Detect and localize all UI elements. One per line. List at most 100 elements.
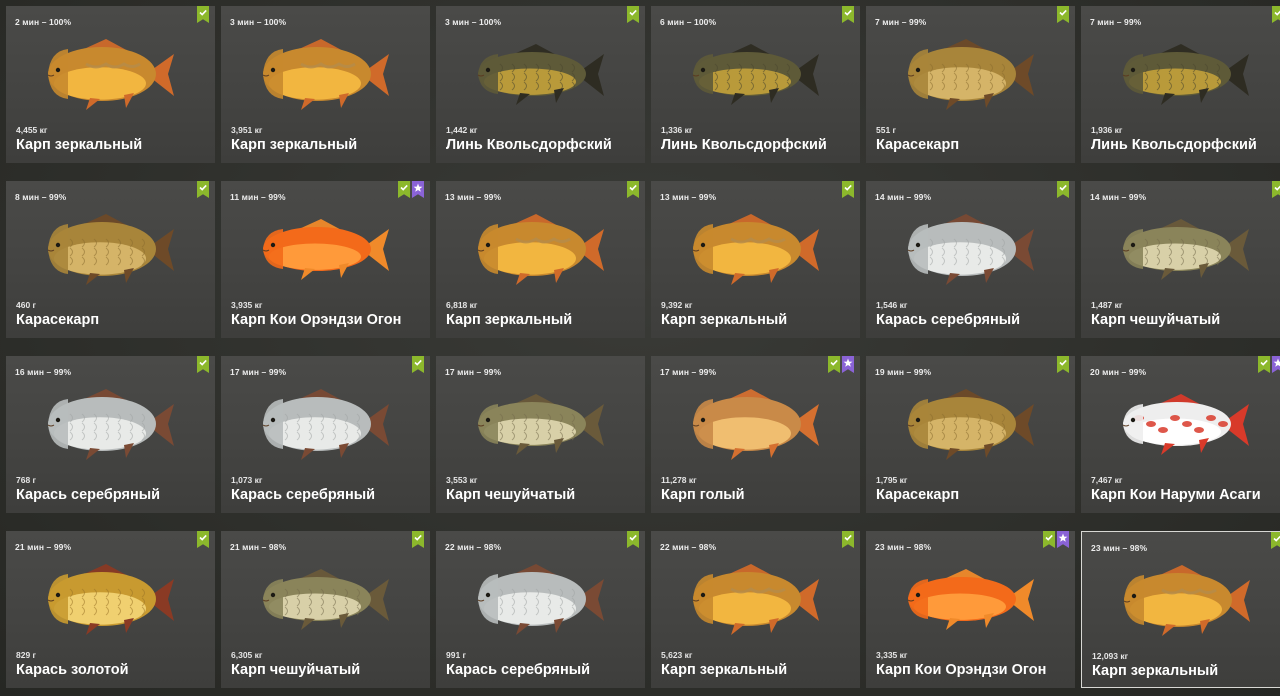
fish-image	[262, 219, 389, 280]
catch-card[interactable]: 22 мин – 98% 991 г Карась серебряный	[436, 531, 645, 688]
badge-group	[842, 181, 854, 198]
catch-card[interactable]: 3 мин – 100% 1,442 кг Линь Квольсдорфски…	[436, 6, 645, 163]
fish-weight: 3,553 кг	[446, 475, 478, 485]
check-badge-icon	[1271, 532, 1280, 549]
catch-time: 7 мин – 99%	[875, 17, 927, 27]
catch-card[interactable]: 2 мин – 100% 4,455 кг Карп зеркальный	[6, 6, 215, 163]
catch-time: 23 мин – 98%	[1091, 543, 1148, 553]
fish-name: Карась золотой	[16, 662, 129, 678]
check-badge-icon	[1272, 181, 1280, 198]
fish-image	[907, 389, 1034, 460]
catch-card[interactable]: 7 мин – 99% 1,936 кг Линь Квольсдорфский	[1081, 6, 1280, 163]
catch-card[interactable]: 17 мин – 99% 3,553 кг Карп чешуйчатый	[436, 356, 645, 513]
catch-card[interactable]: 14 мин – 99% 1,487 кг Карп чешуйчатый	[1081, 181, 1280, 338]
badge-group	[1057, 356, 1069, 373]
catch-card[interactable]: 17 мин – 99% 11,278 кг Карп голый	[651, 356, 860, 513]
fish-weight: 460 г	[16, 300, 37, 310]
catch-card[interactable]: 17 мин – 99% 1,073 кг Карась серебряный	[221, 356, 430, 513]
check-badge-icon	[842, 6, 854, 23]
fish-image	[907, 39, 1034, 110]
catch-time: 11 мин – 99%	[230, 192, 286, 202]
check-badge-icon	[627, 181, 639, 198]
fish-image	[477, 394, 604, 455]
fish-name: Карп Кои Орэндзи Огон	[231, 312, 402, 328]
catch-time: 17 мин – 99%	[660, 367, 717, 377]
catch-card[interactable]: 13 мин – 99% 6,818 кг Карп зеркальный	[436, 181, 645, 338]
fish-image	[47, 39, 174, 110]
badge-group	[197, 181, 209, 198]
badge-group	[842, 6, 854, 23]
check-badge-icon	[197, 6, 209, 23]
fish-weight: 1,073 кг	[231, 475, 263, 485]
fish-weight: 551 г	[876, 125, 897, 135]
badge-group	[1057, 181, 1069, 198]
fish-name: Карп зеркальный	[1092, 663, 1219, 679]
catch-time: 14 мин – 99%	[875, 192, 932, 202]
fish-image	[47, 214, 174, 285]
catch-card[interactable]: 14 мин – 99% 1,546 кг Карась серебряный	[866, 181, 1075, 338]
fish-weight: 4,455 кг	[16, 125, 48, 135]
catch-card[interactable]: 7 мин – 99% 551 г Карасекарп	[866, 6, 1075, 163]
catch-card[interactable]: 19 мин – 99% 1,795 кг Карасекарп	[866, 356, 1075, 513]
fish-name: Карп чешуйчатый	[231, 662, 361, 678]
fish-weight: 1,442 кг	[446, 125, 478, 135]
catch-time: 17 мин – 99%	[445, 367, 502, 377]
catch-card[interactable]: 22 мин – 98% 5,623 кг Карп зеркальный	[651, 531, 860, 688]
fish-weight: 6,305 кг	[231, 650, 263, 660]
catch-time: 19 мин – 99%	[875, 367, 932, 377]
catch-time: 21 мин – 98%	[230, 542, 287, 552]
badge-group	[627, 6, 639, 23]
catch-time: 16 мин – 99%	[15, 367, 72, 377]
catch-time: 13 мин – 99%	[445, 192, 502, 202]
catch-time: 22 мин – 98%	[660, 542, 717, 552]
badge-group	[1043, 531, 1069, 548]
star-badge-icon	[412, 181, 424, 198]
badge-group	[1258, 356, 1280, 373]
check-badge-icon	[627, 6, 639, 23]
catch-card[interactable]: 8 мин – 99% 460 г Карасекарп	[6, 181, 215, 338]
fish-weight: 5,623 кг	[661, 650, 693, 660]
catch-card[interactable]: 20 мин – 99% 7,467 кг Карп Кои Наруми Ас…	[1081, 356, 1280, 513]
fish-name: Карась серебряный	[446, 662, 591, 678]
catch-card[interactable]: 13 мин – 99% 9,392 кг Карп зеркальный	[651, 181, 860, 338]
fish-name: Карп чешуйчатый	[446, 487, 576, 503]
catch-card[interactable]: 23 мин – 98% 3,335 кг Карп Кои Орэндзи О…	[866, 531, 1075, 688]
catch-time: 3 мин – 100%	[445, 17, 502, 27]
badge-group	[1057, 6, 1069, 23]
check-badge-icon	[627, 531, 639, 548]
fish-name: Линь Квольсдорфский	[1091, 137, 1257, 153]
catch-card[interactable]: 16 мин – 99% 768 г Карась серебряный	[6, 356, 215, 513]
catch-time: 23 мин – 98%	[875, 542, 932, 552]
badge-group	[412, 356, 424, 373]
check-badge-icon	[1057, 6, 1069, 23]
catch-card[interactable]: 6 мин – 100% 1,336 кг Линь Квольсдорфски…	[651, 6, 860, 163]
fish-weight: 3,951 кг	[231, 125, 263, 135]
fish-name: Карп зеркальный	[446, 312, 573, 328]
check-badge-icon	[197, 356, 209, 373]
star-badge-icon	[842, 356, 854, 373]
check-badge-icon	[1057, 356, 1069, 373]
catch-card[interactable]: 11 мин – 99% 3,935 кг Карп Кои Орэндзи О…	[221, 181, 430, 338]
catch-time: 20 мин – 99%	[1090, 367, 1147, 377]
fish-image	[692, 44, 819, 105]
check-badge-icon	[828, 356, 840, 373]
fish-name: Линь Квольсдорфский	[446, 137, 612, 153]
fish-name: Карась серебряный	[16, 487, 161, 503]
fish-weight: 6,818 кг	[446, 300, 478, 310]
fish-name: Линь Квольсдорфский	[661, 137, 827, 153]
catch-card[interactable]: 21 мин – 98% 6,305 кг Карп чешуйчатый	[221, 531, 430, 688]
check-badge-icon	[1057, 181, 1069, 198]
star-badge-icon	[1272, 356, 1280, 373]
catch-card[interactable]: 3 мин – 100% 3,951 кг Карп зеркальный	[221, 6, 430, 163]
check-badge-icon	[412, 356, 424, 373]
badge-group	[842, 531, 854, 548]
catch-card[interactable]: 23 мин – 98% 12,093 кг Карп зеркальный	[1081, 531, 1280, 688]
fish-image	[1122, 219, 1249, 280]
fish-weight: 1,336 кг	[661, 125, 693, 135]
catch-time: 17 мин – 99%	[230, 367, 287, 377]
catch-card[interactable]: 21 мин – 99% 829 г Карась золотой	[6, 531, 215, 688]
catch-time: 8 мин – 99%	[15, 192, 67, 202]
fish-weight: 9,392 кг	[661, 300, 693, 310]
badge-group	[828, 356, 854, 373]
catch-time: 21 мин – 99%	[15, 542, 72, 552]
